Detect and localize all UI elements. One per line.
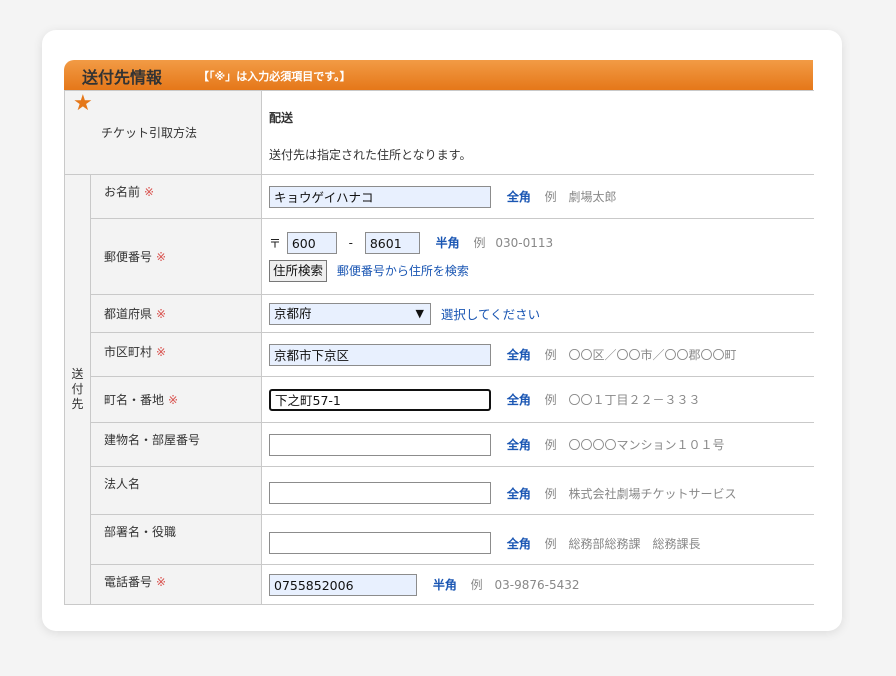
building-input[interactable] (269, 433, 491, 456)
department-input[interactable] (269, 532, 491, 554)
postal-value-cell: 〒 600 - 8601 半角 例 030-0113 住所検索 郵便番号から住所… (261, 218, 814, 295)
form-card: 送付先情報 【「※」は入力必須項目です。】 ★ チケット引取方法 配送 送付先は… (42, 30, 842, 631)
prefecture-select[interactable]: 京都府 ▼ (269, 302, 431, 325)
input-type-label: 半角 (435, 236, 460, 250)
company-label-cell: 法人名 (90, 466, 262, 515)
example-label: 例 (544, 438, 557, 452)
city-label-cell: 市区町村 ※ (90, 332, 262, 377)
required-mark: ※ (156, 345, 167, 359)
example-label: 例 (544, 536, 557, 551)
example-text: 〇〇区／〇〇市／〇〇郡〇〇町 (568, 348, 737, 362)
chevron-down-icon: ▼ (415, 306, 424, 320)
input-type-label: 全角 (506, 393, 531, 407)
phone-label: 電話番号 (104, 575, 153, 589)
required-mark: ※ (156, 307, 167, 321)
required-mark: ※ (156, 250, 167, 264)
table-row: ★ チケット引取方法 配送 送付先は指定された住所となります。 (64, 90, 814, 175)
postal-code-first-input[interactable]: 600 (286, 231, 337, 254)
section-title: 送付先情報 (82, 68, 163, 87)
table-row: 法人名 全角 例 株式会社劇場チケットサービス (65, 466, 814, 515)
required-note: 【「※」は入力必須項目です。】 (198, 70, 351, 83)
name-label: お名前 (104, 185, 141, 199)
city-input[interactable]: 京都市下京区 (269, 343, 491, 366)
postal-search-link[interactable]: 郵便番号から住所を検索 (337, 264, 469, 278)
example-label: 例 (544, 486, 557, 501)
example-text: 030-0113 (495, 235, 554, 250)
ticket-method-label-cell: ★ チケット引取方法 (64, 90, 262, 175)
table-row: 送 付 先 お名前 ※ キョウゲイハナコ 全角 例 劇場太郎 (64, 174, 814, 605)
example-text: 〇〇１丁目２２－３３３ (568, 393, 701, 407)
postal-code-second-input[interactable]: 8601 (364, 231, 420, 254)
example-label: 例 (470, 578, 483, 592)
table-row: 部署名・役職 全角 例 総務部総務課 総務課長 (65, 514, 814, 565)
postal-label-cell: 郵便番号 ※ (90, 218, 262, 295)
ticket-method-label: チケット引取方法 (101, 126, 198, 140)
side-label: 送 付 先 (64, 174, 91, 605)
ticket-method-value-cell: 配送 送付先は指定された住所となります。 (261, 90, 814, 175)
input-type-label: 全角 (506, 190, 531, 204)
table-row: 都道府県 ※ 京都府 ▼ 選択してください (65, 294, 814, 333)
input-type-label: 全角 (506, 348, 531, 362)
department-label-cell: 部署名・役職 (90, 514, 262, 565)
table-row: 市区町村 ※ 京都市下京区 全角 例 〇〇区／〇〇市／〇〇郡〇〇町 (65, 332, 814, 377)
input-type-label: 全角 (506, 486, 531, 501)
required-mark: ※ (168, 393, 179, 407)
star-icon: ★ (73, 91, 93, 116)
example-label: 例 (473, 236, 486, 250)
address-search-button[interactable]: 住所検索 (269, 259, 328, 282)
ticket-method-description: 送付先は指定された住所となります。 (269, 148, 472, 162)
company-input[interactable] (269, 482, 491, 504)
postal-label: 郵便番号 (104, 250, 153, 264)
prefecture-hint: 選択してください (440, 307, 541, 322)
name-label-cell: お名前 ※ (90, 174, 262, 219)
building-label: 建物名・部屋番号 (104, 433, 201, 447)
example-text: 03-9876-5432 (494, 577, 580, 592)
example-text: 総務部総務課 総務課長 (568, 536, 701, 551)
phone-value-cell: 0755852006 半角 例 03-9876-5432 (261, 564, 814, 605)
example-label: 例 (544, 190, 557, 204)
ticket-method-value: 配送 (269, 111, 294, 125)
input-type-label: 全角 (506, 536, 531, 551)
table-row: 建物名・部屋番号 全角 例 〇〇〇〇マンション１０１号 (65, 422, 814, 467)
table-row: 町名・番地 ※ 下之町57-1 全角 例 〇〇１丁目２２－３３３ (65, 376, 814, 423)
table-row: 郵便番号 ※ 〒 600 - 8601 半角 例 030-0113 住所検索 郵便… (65, 218, 814, 295)
shipping-form-table: ★ チケット引取方法 配送 送付先は指定された住所となります。 送 付 先 お名… (64, 90, 814, 605)
example-label: 例 (544, 393, 557, 407)
prefecture-label-cell: 都道府県 ※ (90, 294, 262, 333)
prefecture-label: 都道府県 (104, 307, 153, 321)
input-type-label: 全角 (506, 438, 531, 452)
example-text: 劇場太郎 (568, 190, 617, 204)
postal-separator: - (348, 235, 354, 250)
name-value-cell: キョウゲイハナコ 全角 例 劇場太郎 (261, 174, 814, 219)
table-row: 電話番号 ※ 0755852006 半角 例 03-9876-5432 (65, 564, 814, 605)
company-label: 法人名 (104, 477, 141, 491)
street-value-cell: 下之町57-1 全角 例 〇〇１丁目２２－３３３ (261, 376, 814, 423)
phone-label-cell: 電話番号 ※ (90, 564, 262, 605)
street-input[interactable]: 下之町57-1 (269, 388, 491, 411)
building-value-cell: 全角 例 〇〇〇〇マンション１０１号 (261, 422, 814, 467)
postal-mark: 〒 (269, 236, 282, 250)
building-label-cell: 建物名・部屋番号 (90, 422, 262, 467)
input-type-label: 半角 (432, 578, 457, 592)
department-value-cell: 全角 例 総務部総務課 総務課長 (261, 514, 814, 565)
name-input[interactable]: キョウゲイハナコ (269, 185, 491, 208)
company-value-cell: 全角 例 株式会社劇場チケットサービス (261, 466, 814, 515)
required-mark: ※ (144, 185, 155, 199)
phone-input[interactable]: 0755852006 (269, 573, 417, 596)
example-text: 〇〇〇〇マンション１０１号 (568, 438, 725, 452)
department-label: 部署名・役職 (104, 525, 177, 539)
prefecture-value-cell: 京都府 ▼ 選択してください (261, 294, 814, 333)
city-label: 市区町村 (104, 345, 153, 359)
section-header: 送付先情報 【「※」は入力必須項目です。】 (64, 60, 813, 90)
street-label: 町名・番地 (104, 393, 165, 407)
example-label: 例 (544, 348, 557, 362)
street-label-cell: 町名・番地 ※ (90, 376, 262, 423)
required-mark: ※ (156, 575, 167, 589)
city-value-cell: 京都市下京区 全角 例 〇〇区／〇〇市／〇〇郡〇〇町 (261, 332, 814, 377)
example-text: 株式会社劇場チケットサービス (568, 486, 737, 501)
